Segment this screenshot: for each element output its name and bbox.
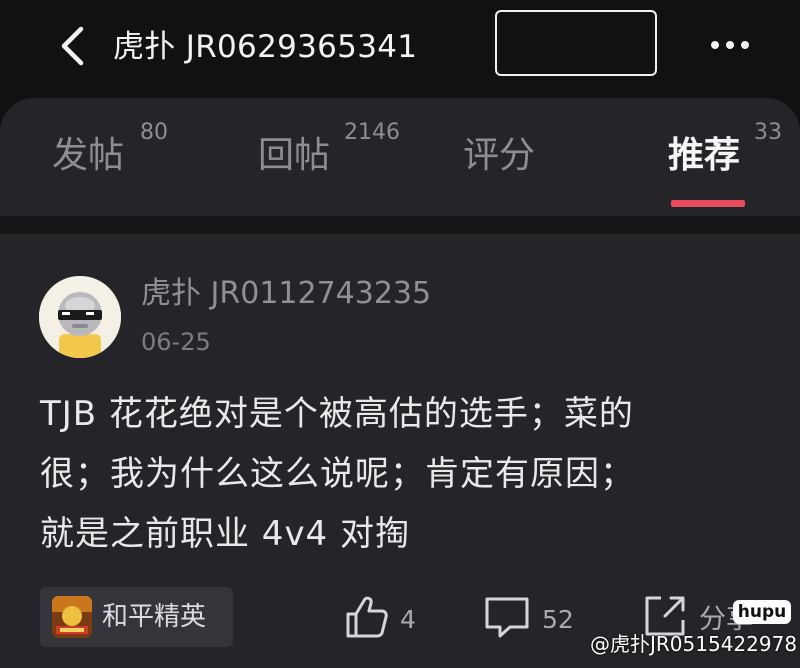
tab-label: 推荐 xyxy=(668,135,741,176)
more-horizontal-icon xyxy=(711,41,749,49)
post-body-line: 很；我为什么这么说呢；肯定有原因； xyxy=(40,454,635,494)
comment-icon xyxy=(485,597,529,638)
post-body[interactable]: TJB 花花绝对是个被高估的选手；菜的 很；我为什么这么说呢；肯定有原因； 就是… xyxy=(40,384,770,564)
page-title: 虎扑 JR0629365341 xyxy=(113,29,418,65)
post-body-line: TJB 花花绝对是个被高估的选手；菜的 xyxy=(40,394,634,434)
game-tag-label: 和平精英 xyxy=(102,602,207,632)
comment-count: 52 xyxy=(542,605,574,634)
tab-label: 回帖 xyxy=(258,135,331,176)
follow-button[interactable] xyxy=(495,10,657,76)
comment-button[interactable]: 52 xyxy=(484,594,584,644)
tab-replies[interactable]: 回帖 2146 xyxy=(258,98,418,216)
tab-posts[interactable]: 发帖 80 xyxy=(52,98,182,216)
tab-recommend[interactable]: 推荐 33 xyxy=(668,98,792,216)
tab-count: 80 xyxy=(140,120,168,145)
tab-count: 2146 xyxy=(344,120,400,145)
section-divider xyxy=(0,216,800,234)
avatar-image xyxy=(39,276,121,358)
post-body-line: 就是之前职业 4v4 对掏 xyxy=(40,514,410,554)
game-tag[interactable]: 和平精英 xyxy=(40,587,233,647)
tab-label: 发帖 xyxy=(52,135,125,176)
author-name[interactable]: 虎扑 JR0112743235 xyxy=(141,274,431,314)
tab-ratings[interactable]: 评分 xyxy=(463,98,553,216)
top-bar: 虎扑 JR0629365341 xyxy=(0,0,800,98)
chevron-left-icon xyxy=(61,26,84,66)
like-button[interactable]: 4 xyxy=(344,594,424,644)
active-tab-indicator xyxy=(671,200,745,207)
post-card[interactable]: 虎扑 JR0112743235 06-25 TJB 花花绝对是个被高估的选手；菜… xyxy=(0,234,800,668)
avatar[interactable] xyxy=(39,276,121,358)
tab-label: 评分 xyxy=(463,135,536,176)
post-date: 06-25 xyxy=(141,328,211,356)
watermark-text: @虎扑JR0515422978 xyxy=(590,632,798,656)
back-button[interactable] xyxy=(50,20,94,72)
thumbs-up-icon xyxy=(346,596,388,638)
hupu-logo: hupu xyxy=(733,600,791,624)
profile-tabs: 发帖 80 回帖 2146 评分 推荐 33 xyxy=(0,98,800,216)
game-icon xyxy=(52,596,92,638)
more-button[interactable] xyxy=(706,30,754,60)
like-count: 4 xyxy=(400,605,416,634)
tab-count: 33 xyxy=(754,120,782,145)
